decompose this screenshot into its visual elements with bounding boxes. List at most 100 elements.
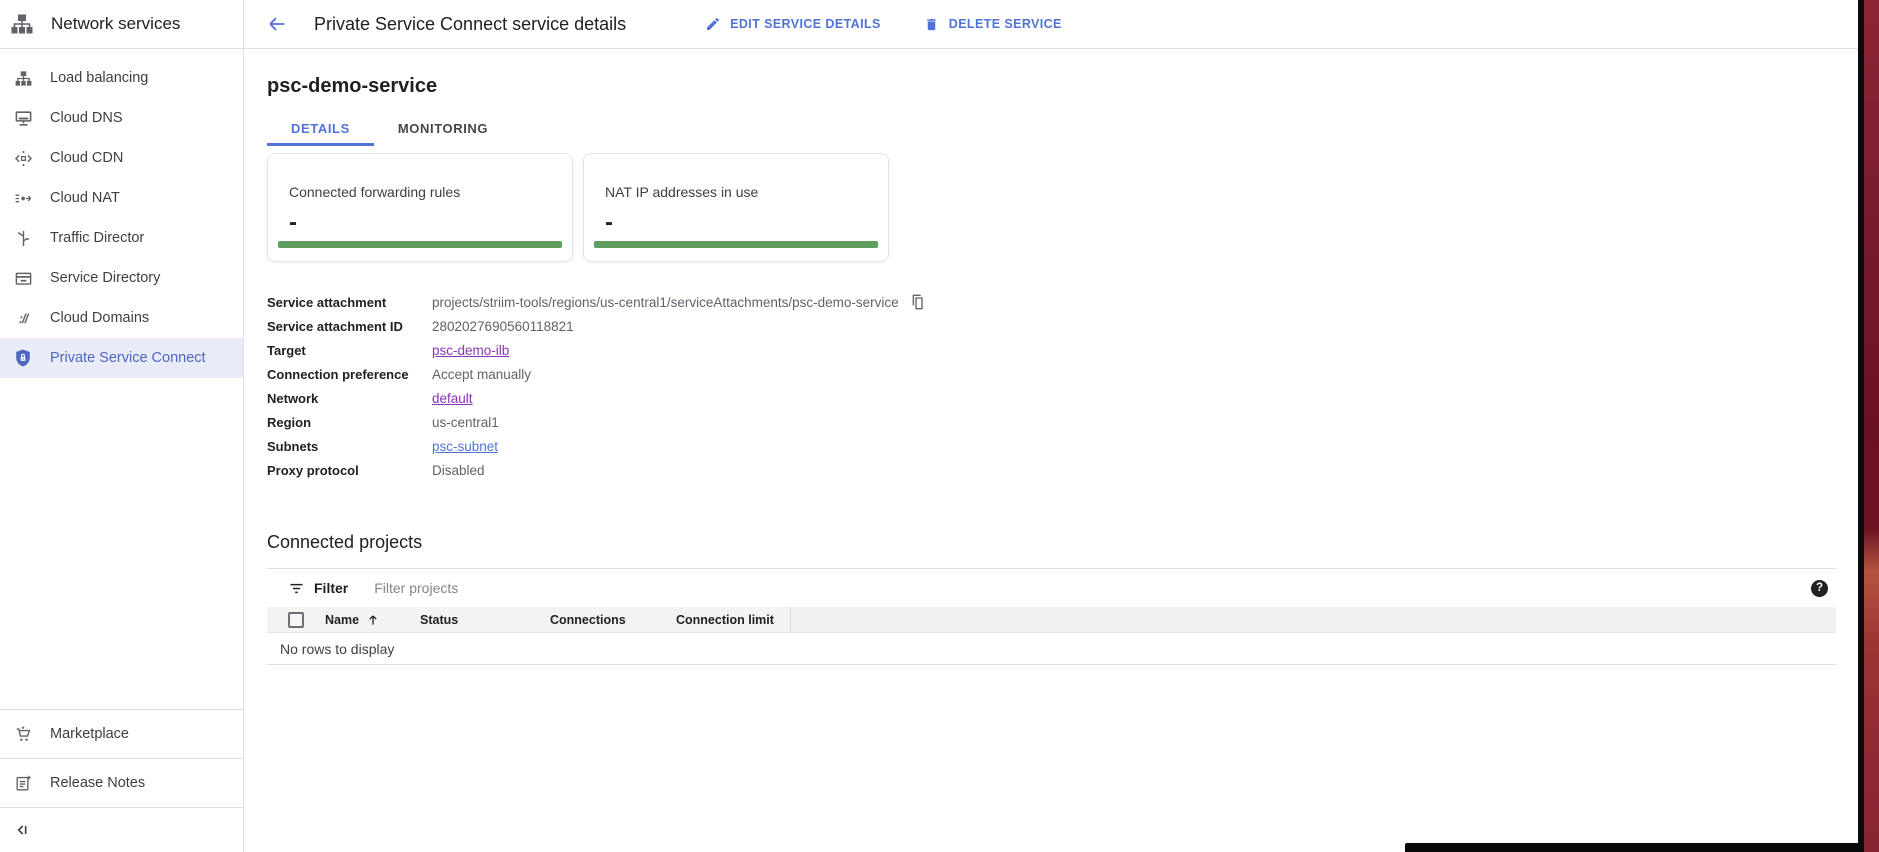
detail-label: Service attachment ID xyxy=(267,319,432,334)
column-header-status[interactable]: Status xyxy=(420,613,550,627)
background-window-bar xyxy=(1405,843,1864,852)
filter-label: Filter xyxy=(314,580,348,596)
filter-bar: Filter ? xyxy=(267,569,1836,607)
gcp-console-screen: Network services Load balancing xyxy=(0,0,1879,852)
detail-label: Subnets xyxy=(267,439,432,454)
network-services-logo-icon xyxy=(9,11,35,37)
detail-label: Service attachment xyxy=(267,295,432,310)
sidebar-item-label: Cloud DNS xyxy=(50,110,123,126)
sidebar-item-traffic-director[interactable]: Traffic Director xyxy=(0,218,243,258)
delete-button-label: DELETE SERVICE xyxy=(949,17,1062,31)
detail-row-service-attachment-id: Service attachment ID 280202769056011882… xyxy=(267,314,1836,338)
connected-projects-heading: Connected projects xyxy=(267,532,1836,553)
detail-row-connection-preference: Connection preference Accept manually xyxy=(267,362,1836,386)
detail-row-service-attachment: Service attachment projects/striim-tools… xyxy=(267,290,1836,314)
detail-label: Proxy protocol xyxy=(267,463,432,478)
card-label: Connected forwarding rules xyxy=(289,184,552,200)
service-name-heading: psc-demo-service xyxy=(267,75,1836,98)
back-arrow-icon[interactable] xyxy=(264,11,290,37)
card-nat-ip-addresses: NAT IP addresses in use - xyxy=(583,153,889,262)
pencil-icon xyxy=(704,16,721,33)
tab-bar: DETAILS MONITORING xyxy=(267,113,1836,146)
cloud-nat-icon xyxy=(11,186,35,210)
detail-row-network: Network default xyxy=(267,386,1836,410)
projects-table-header: Name Status Connections Connection limit xyxy=(267,607,1836,633)
tab-monitoring[interactable]: MONITORING xyxy=(374,113,512,146)
sidebar-item-label: Load balancing xyxy=(50,70,148,86)
detail-row-subnets: Subnets psc-subnet xyxy=(267,434,1836,458)
service-attachment-value: projects/striim-tools/regions/us-central… xyxy=(432,295,899,310)
subnets-link[interactable]: psc-subnet xyxy=(432,439,498,454)
content-area: Private Service Connect service details … xyxy=(244,0,1858,852)
sidebar-item-service-directory[interactable]: Service Directory xyxy=(0,258,243,298)
sidebar-item-label: Marketplace xyxy=(50,726,129,742)
edit-service-details-button[interactable]: EDIT SERVICE DETAILS xyxy=(704,16,881,33)
select-all-checkbox[interactable] xyxy=(288,612,304,628)
card-value: - xyxy=(605,209,868,237)
cloud-cdn-icon xyxy=(11,146,35,170)
sidebar-item-cloud-cdn[interactable]: Cloud CDN xyxy=(0,138,243,178)
card-progress-bar xyxy=(594,241,878,248)
load-balancing-icon xyxy=(11,66,35,90)
detail-row-region: Region us-central1 xyxy=(267,410,1836,434)
release-notes-icon xyxy=(11,771,35,795)
delete-service-button[interactable]: DELETE SERVICE xyxy=(923,16,1062,33)
sidebar-item-marketplace[interactable]: Marketplace xyxy=(0,709,243,758)
cloud-domains-icon: :// xyxy=(11,306,35,330)
sidebar-item-label: Cloud NAT xyxy=(50,190,120,206)
detail-label: Network xyxy=(267,391,432,406)
summary-cards: Connected forwarding rules - NAT IP addr… xyxy=(267,153,1836,262)
filter-projects-input[interactable] xyxy=(374,580,1811,596)
service-directory-icon xyxy=(11,266,35,290)
psc-shield-lock-icon xyxy=(11,346,35,370)
sidebar-item-label: Release Notes xyxy=(50,775,145,791)
service-attachment-id-value: 2802027690560118821 xyxy=(432,319,574,334)
sort-ascending-icon[interactable] xyxy=(366,613,380,627)
sidebar-item-load-balancing[interactable]: Load balancing xyxy=(0,58,243,98)
sidebar-item-cloud-nat[interactable]: Cloud NAT xyxy=(0,178,243,218)
sidebar-collapse-row xyxy=(0,807,243,852)
network-link[interactable]: default xyxy=(432,391,473,406)
region-value: us-central1 xyxy=(432,415,499,430)
detail-label: Connection preference xyxy=(267,367,432,382)
detail-row-proxy-protocol: Proxy protocol Disabled xyxy=(267,458,1836,482)
detail-label: Target xyxy=(267,343,432,358)
edit-button-label: EDIT SERVICE DETAILS xyxy=(730,17,881,31)
target-link[interactable]: psc-demo-ilb xyxy=(432,343,509,358)
sidebar-item-label: Cloud CDN xyxy=(50,150,123,166)
tab-details[interactable]: DETAILS xyxy=(267,113,374,146)
marketplace-cart-icon xyxy=(11,722,35,746)
sidebar-item-label: Private Service Connect xyxy=(50,350,206,366)
sidebar-item-label: Cloud Domains xyxy=(50,310,149,326)
traffic-director-icon xyxy=(11,226,35,250)
card-value: - xyxy=(289,209,552,237)
sidebar-title: Network services xyxy=(51,14,180,34)
sidebar: Network services Load balancing xyxy=(0,0,244,852)
desktop-wallpaper-sliver xyxy=(1864,0,1879,852)
empty-table-message: No rows to display xyxy=(267,633,1836,665)
column-header-spacer xyxy=(790,607,1836,632)
sidebar-spacer xyxy=(0,378,243,709)
column-header-connection-limit[interactable]: Connection limit xyxy=(676,613,790,627)
sidebar-item-label: Service Directory xyxy=(50,270,160,286)
column-header-name[interactable]: Name xyxy=(325,613,359,627)
sidebar-item-private-service-connect[interactable]: Private Service Connect xyxy=(0,338,243,378)
topbar-actions: EDIT SERVICE DETAILS DELETE SERVICE xyxy=(704,16,1062,33)
sidebar-item-cloud-domains[interactable]: :// Cloud Domains xyxy=(0,298,243,338)
sidebar-item-release-notes[interactable]: Release Notes xyxy=(0,758,243,807)
collapse-sidebar-icon[interactable] xyxy=(8,816,36,844)
proxy-protocol-value: Disabled xyxy=(432,463,485,478)
cloud-dns-icon xyxy=(11,106,35,130)
copy-icon[interactable] xyxy=(909,293,927,311)
sidebar-item-label: Traffic Director xyxy=(50,230,144,246)
connection-preference-value: Accept manually xyxy=(432,367,531,382)
help-icon[interactable]: ? xyxy=(1811,580,1828,597)
sidebar-nav: Load balancing Cloud DNS xyxy=(0,58,243,378)
topbar: Private Service Connect service details … xyxy=(244,0,1858,49)
column-header-connections[interactable]: Connections xyxy=(550,613,676,627)
card-label: NAT IP addresses in use xyxy=(605,184,868,200)
page-title: Private Service Connect service details xyxy=(314,14,626,35)
sidebar-item-cloud-dns[interactable]: Cloud DNS xyxy=(0,98,243,138)
filter-icon xyxy=(287,579,305,597)
trash-icon xyxy=(923,16,940,33)
